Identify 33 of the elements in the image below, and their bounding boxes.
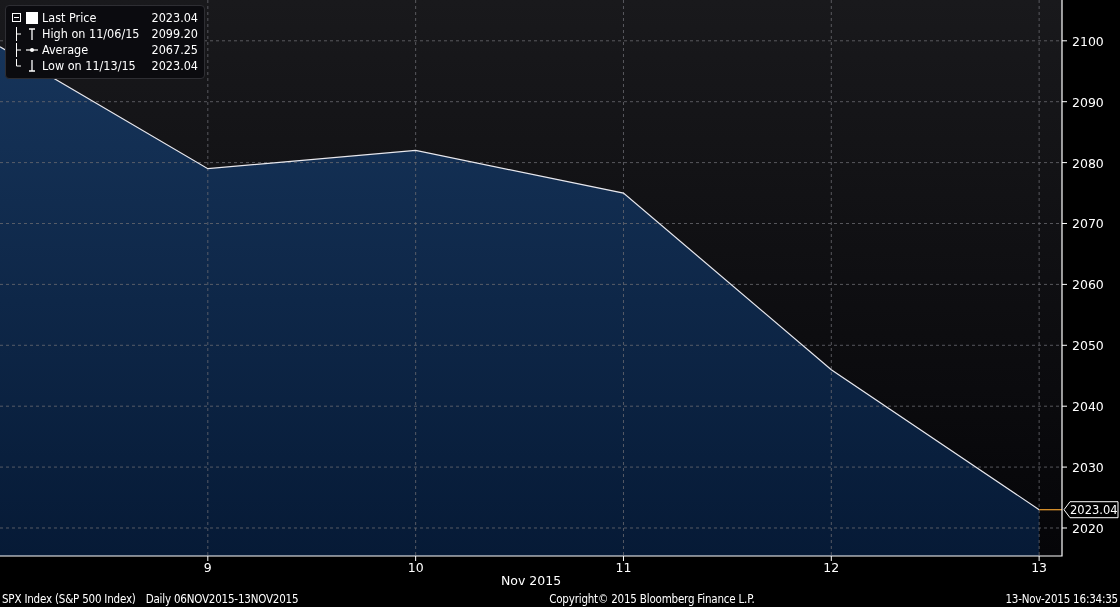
y-axis-label: 2050 bbox=[1072, 338, 1104, 354]
x-axis-label: 9 bbox=[203, 560, 212, 575]
security-name: SPX Index (S&P 500 Index) bbox=[2, 591, 136, 606]
last-price-line bbox=[1038, 509, 1063, 511]
legend-value: 2023.04 bbox=[150, 10, 198, 26]
x-axis-label: 11 bbox=[615, 560, 632, 575]
y-axis-label: 2070 bbox=[1072, 216, 1104, 232]
y-axis-label: 2040 bbox=[1072, 399, 1104, 415]
y-axis-label: 2100 bbox=[1072, 33, 1104, 49]
y-axis-label: 2030 bbox=[1072, 460, 1104, 476]
y-axis-label: 2020 bbox=[1072, 521, 1104, 536]
x-axis-label: 13 bbox=[1031, 560, 1048, 575]
legend-value: 2099.20 bbox=[150, 26, 198, 42]
legend-value: 2067.25 bbox=[150, 42, 198, 58]
collapse-icon[interactable] bbox=[12, 11, 22, 25]
copyright-text: Copyright© 2015 Bloomberg Finance L.P. bbox=[549, 591, 755, 606]
legend-label: Average bbox=[42, 42, 90, 58]
low-marker-icon bbox=[26, 59, 38, 73]
x-axis-label: 12 bbox=[823, 560, 840, 575]
legend-label: High on 11/06/15 bbox=[42, 26, 140, 42]
y-axis-label: 2090 bbox=[1072, 94, 1104, 110]
legend-value: 2023.04 bbox=[150, 58, 198, 74]
y-axis-label: 2060 bbox=[1072, 277, 1104, 293]
timestamp: 13-Nov-2015 16:34:35 bbox=[1005, 591, 1118, 606]
x-axis-label: 10 bbox=[407, 560, 424, 575]
x-axis-title: Nov 2015 bbox=[500, 573, 562, 588]
legend-label: Last Price bbox=[42, 10, 98, 26]
y-axis-label: 2080 bbox=[1072, 155, 1104, 171]
legend-label: Low on 11/13/15 bbox=[42, 58, 137, 74]
date-range: Daily 06NOV2015-13NOV2015 bbox=[145, 591, 299, 606]
square-icon bbox=[26, 11, 38, 25]
last-price-tag: 2023.04 bbox=[1063, 501, 1119, 519]
high-marker-icon bbox=[26, 27, 38, 41]
